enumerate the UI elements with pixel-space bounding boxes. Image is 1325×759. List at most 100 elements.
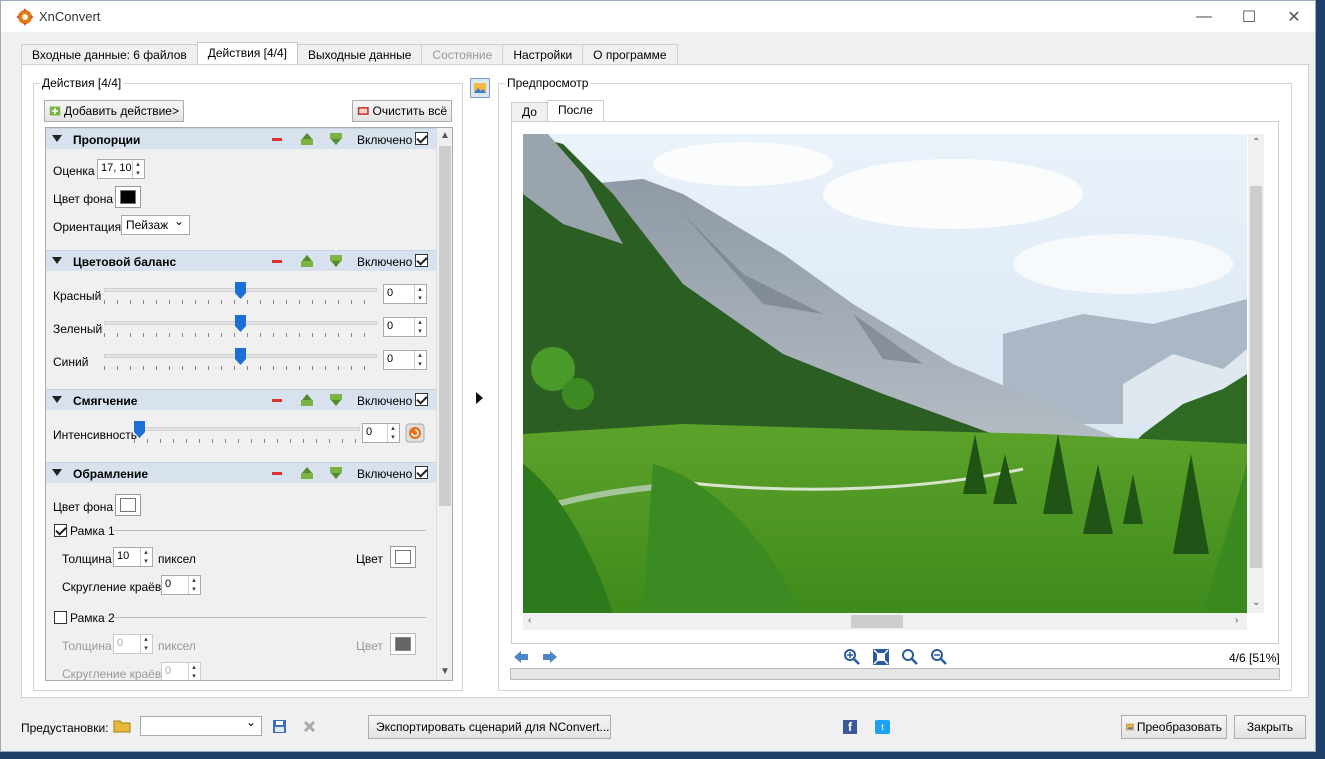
tab-actions[interactable]: Действия [4/4] (196, 42, 299, 65)
preview-vertical-scrollbar[interactable]: ⌃ ⌄ (1248, 134, 1264, 613)
frame-background-color-swatch[interactable] (115, 494, 141, 516)
red-spinbox[interactable]: 0 (383, 284, 427, 304)
blue-slider[interactable] (104, 348, 377, 370)
presets-label: Предустановки: (21, 721, 109, 735)
frame1-checkbox[interactable] (54, 524, 67, 537)
tab-settings[interactable]: Настройки (502, 44, 584, 65)
progress-bar (510, 668, 1280, 680)
scroll-left-icon[interactable]: ‹ (528, 615, 531, 626)
red-slider[interactable] (104, 282, 377, 304)
swatch-fill (395, 637, 411, 651)
collapse-triangle-icon[interactable] (52, 135, 62, 142)
close-button[interactable]: Закрыть (1234, 715, 1306, 739)
blue-spinbox[interactable]: 0 (383, 350, 427, 370)
green-spinbox[interactable]: 0 (383, 317, 427, 337)
toggle-preview-icon[interactable] (470, 78, 490, 98)
tab-input[interactable]: Входные данные: 6 файлов (21, 44, 198, 65)
actual-size-icon[interactable] (901, 648, 919, 666)
presets-select[interactable] (140, 715, 262, 736)
image-counter: 4/6 [51%] (1229, 651, 1280, 665)
frame1-thickness-spinbox[interactable]: 10 (113, 547, 153, 567)
remove-action-icon[interactable] (272, 138, 282, 141)
move-up-icon[interactable] (299, 466, 315, 480)
section-header-proportions[interactable]: Пропорции Включено (46, 128, 437, 149)
preview-image[interactable] (523, 134, 1247, 613)
next-image-icon[interactable] (541, 648, 559, 666)
green-slider[interactable] (104, 315, 377, 337)
enabled-label: Включено (357, 133, 413, 147)
frame-background-color-label: Цвет фона (53, 500, 114, 514)
slider-thumb[interactable] (235, 282, 246, 299)
orientation-select[interactable]: Пейзаж (121, 214, 190, 235)
enabled-checkbox[interactable] (415, 393, 428, 406)
move-up-icon[interactable] (299, 254, 315, 268)
frame2-checkbox[interactable] (54, 611, 67, 624)
reset-icon[interactable] (405, 423, 425, 443)
title-bar: XnConvert — ☐ ✕ (1, 1, 1315, 32)
move-up-icon[interactable] (299, 132, 315, 146)
remove-action-icon[interactable] (272, 472, 282, 475)
convert-button[interactable]: Преобразовать (1121, 715, 1227, 739)
remove-action-icon[interactable] (272, 260, 282, 263)
intensity-slider[interactable] (134, 421, 360, 443)
add-action-label: Добавить действие> (63, 104, 179, 118)
facebook-icon[interactable]: f (843, 720, 857, 734)
scroll-up-icon[interactable]: ▲ (440, 130, 450, 141)
previous-image-icon[interactable] (512, 648, 530, 666)
collapse-triangle-icon[interactable] (52, 396, 62, 403)
add-action-button[interactable]: Добавить действие> (44, 100, 184, 122)
enabled-checkbox[interactable] (415, 254, 428, 267)
frame1-rounding-spinbox[interactable]: 0 (161, 575, 201, 595)
frame2-thickness-spinbox: 0 (113, 634, 153, 654)
scroll-right-icon[interactable]: › (1235, 615, 1238, 626)
tab-before[interactable]: До (511, 102, 548, 122)
move-up-icon[interactable] (299, 393, 315, 407)
scrollbar-thumb[interactable] (1250, 186, 1262, 568)
remove-action-icon[interactable] (272, 399, 282, 402)
minimize-button[interactable]: — (1181, 1, 1227, 32)
slider-thumb[interactable] (235, 348, 246, 365)
slider-thumb[interactable] (134, 421, 145, 438)
section-header-color-balance[interactable]: Цветовой баланс Включено (46, 250, 437, 271)
tab-output[interactable]: Выходные данные (297, 44, 423, 65)
fit-to-window-icon[interactable] (872, 648, 890, 666)
zoom-out-icon[interactable] (930, 648, 948, 666)
enabled-checkbox[interactable] (415, 132, 428, 145)
zoom-in-icon[interactable] (843, 648, 861, 666)
actions-scrollbar[interactable]: ▲ ▼ (436, 128, 452, 680)
expand-arrow-icon[interactable] (476, 392, 483, 404)
section-header-framing[interactable]: Обрамление Включено (46, 462, 437, 483)
save-preset-icon[interactable] (272, 719, 287, 734)
frame1-color-swatch[interactable] (390, 546, 416, 568)
collapse-triangle-icon[interactable] (52, 469, 62, 476)
background-color-swatch[interactable] (115, 186, 141, 208)
move-down-icon[interactable] (328, 466, 344, 480)
move-down-icon[interactable] (328, 132, 344, 146)
close-window-button[interactable]: ✕ (1271, 1, 1317, 32)
twitter-icon[interactable]: t (875, 720, 890, 734)
tab-about[interactable]: О программе (582, 44, 678, 65)
scrollbar-thumb[interactable] (851, 615, 903, 628)
convert-icon (1126, 723, 1134, 731)
section-header-smoothing[interactable]: Смягчение Включено (46, 389, 437, 410)
clear-all-button[interactable]: Очистить всё (352, 100, 452, 122)
frame2-rounding-label: Скругление краёв (62, 667, 162, 681)
collapse-triangle-icon[interactable] (52, 257, 62, 264)
enabled-checkbox[interactable] (415, 466, 428, 479)
scroll-down-icon[interactable]: ⌄ (1252, 597, 1260, 608)
enabled-label: Включено (357, 394, 413, 408)
tab-after[interactable]: После (546, 100, 604, 122)
move-down-icon[interactable] (328, 393, 344, 407)
intensity-spinbox[interactable]: 0 (362, 423, 400, 443)
scroll-up-icon[interactable]: ⌃ (1252, 137, 1260, 148)
open-folder-icon[interactable] (113, 718, 131, 734)
swatch-fill (120, 498, 136, 512)
maximize-button[interactable]: ☐ (1226, 1, 1272, 32)
export-script-button[interactable]: Экспортировать сценарий для NConvert... (368, 715, 611, 739)
ratio-spinbox[interactable]: 17, 10 (97, 159, 145, 179)
preview-horizontal-scrollbar[interactable]: ‹ › (523, 613, 1247, 630)
slider-thumb[interactable] (235, 315, 246, 332)
scrollbar-thumb[interactable] (439, 146, 451, 506)
move-down-icon[interactable] (328, 254, 344, 268)
scroll-down-icon[interactable]: ▼ (440, 666, 450, 677)
